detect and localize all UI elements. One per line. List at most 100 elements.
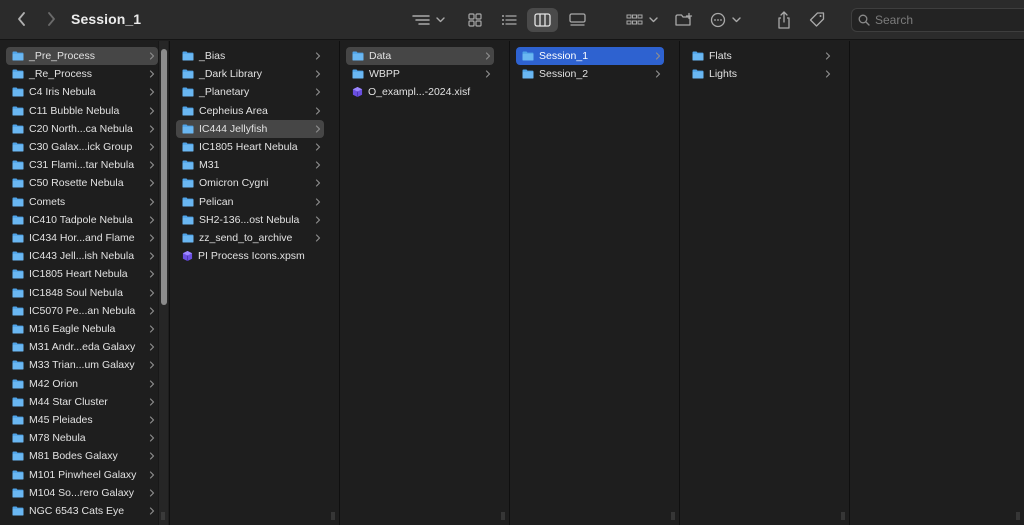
folder-row[interactable]: IC410 Tadpole Nebula <box>6 211 158 229</box>
item-label: M42 Orion <box>29 377 79 390</box>
folder-row[interactable]: Omicron Cygni <box>176 174 324 192</box>
tags-button[interactable] <box>805 8 829 32</box>
column-resize-handle[interactable] <box>670 510 676 522</box>
folder-row[interactable]: Comets <box>6 193 158 211</box>
forward-button[interactable] <box>42 10 60 28</box>
folder-row[interactable]: WBPP <box>346 65 494 83</box>
folder-row[interactable]: IC1805 Heart Nebula <box>176 138 324 156</box>
folder-icon <box>12 379 24 389</box>
folder-row[interactable]: IC5070 Pe...an Nebula <box>6 302 158 320</box>
folder-row[interactable]: Flats <box>686 47 834 65</box>
folder-row[interactable]: M42 Orion <box>6 375 158 393</box>
folder-row[interactable]: M45 Pleiades <box>6 411 158 429</box>
chevron-right-icon <box>47 12 55 26</box>
folder-icon <box>182 69 194 79</box>
column-6[interactable] <box>850 41 1024 525</box>
folder-row[interactable]: M81 Bodes Galaxy <box>6 447 158 465</box>
folder-row[interactable]: M44 Star Cluster <box>6 393 158 411</box>
folder-icon <box>12 324 24 334</box>
folder-row[interactable]: Cepheius Area <box>176 102 324 120</box>
item-label: C50 Rosette Nebula <box>29 177 124 190</box>
folder-row[interactable]: IC434 Hor...and Flame <box>6 229 158 247</box>
item-label: Flats <box>709 50 732 62</box>
folder-row[interactable]: _Re_Process <box>6 65 158 83</box>
folder-row[interactable]: NGC 6543 Cats Eye <box>6 502 158 520</box>
group-by-button[interactable] <box>410 10 448 30</box>
folder-row[interactable]: _Planetary <box>176 83 324 101</box>
folder-row[interactable]: SH2-136...ost Nebula <box>176 211 324 229</box>
column-resize-handle[interactable] <box>840 510 846 522</box>
folder-row[interactable]: Session_2 <box>516 65 664 83</box>
folder-row[interactable]: Lights <box>686 65 834 83</box>
folder-row[interactable]: M31 Andr...eda Galaxy <box>6 338 158 356</box>
column-2[interactable]: _Bias _Dark Library _Planetary Cepheius Are… <box>170 41 340 525</box>
folder-row[interactable]: M78 Nebula <box>6 429 158 447</box>
actions-button[interactable] <box>708 9 744 31</box>
folder-icon <box>12 142 24 152</box>
icon-view-button[interactable] <box>462 9 488 31</box>
folder-icon <box>12 51 24 61</box>
folder-row[interactable]: IC444 Jellyfish <box>176 119 324 138</box>
chevron-right-icon <box>149 416 155 424</box>
file-row[interactable]: PI Process Icons.xpsm <box>176 247 324 265</box>
item-label: IC1848 Soul Nebula <box>29 286 123 299</box>
column-resize-handle[interactable] <box>330 510 336 522</box>
tag-icon <box>809 12 825 27</box>
chevron-right-icon <box>149 288 155 297</box>
list-view-button[interactable] <box>496 9 522 31</box>
folder-row[interactable]: IC443 Jell...ish Nebula <box>6 247 158 265</box>
folder-row[interactable]: C31 Flami...tar Nebula <box>6 156 158 174</box>
folder-row[interactable]: _Dark Library <box>176 65 324 83</box>
share-icon <box>778 11 790 29</box>
column-resize-handle[interactable] <box>160 510 166 522</box>
back-button[interactable] <box>12 10 30 28</box>
share-button[interactable] <box>772 8 796 32</box>
folder-row[interactable]: zz_send_to_archive <box>176 229 324 247</box>
folder-row[interactable]: Pelican <box>176 193 324 211</box>
search-field[interactable] <box>851 8 1024 32</box>
folder-icon <box>182 87 194 97</box>
column-resize-handle[interactable] <box>1015 510 1021 522</box>
item-label: IC410 Tadpole Nebula <box>29 213 133 226</box>
folder-row[interactable]: M31 <box>176 156 324 174</box>
folder-row[interactable]: C50 Rosette Nebula <box>6 174 158 192</box>
folder-row[interactable]: C30 Galax...ick Group <box>6 138 158 156</box>
file-row[interactable]: O_exampl...-2024.xisf <box>346 83 494 101</box>
column-4[interactable]: Session_1 Session_2 <box>510 41 680 525</box>
item-label: C4 Iris Nebula <box>29 86 96 99</box>
item-label: M81 Bodes Galaxy <box>29 450 118 463</box>
column-1[interactable]: _Pre_Process _Re_Process C4 Iris Nebula C11… <box>0 41 170 525</box>
folder-row[interactable]: Data <box>346 47 494 65</box>
folder-row[interactable]: IC1805 Heart Nebula <box>6 265 158 283</box>
folder-icon <box>352 69 364 79</box>
scrollbar-thumb[interactable] <box>161 49 167 305</box>
column-view-button[interactable] <box>527 8 558 32</box>
new-folder-button[interactable] <box>672 9 696 31</box>
folder-icon <box>12 397 24 407</box>
column-5[interactable]: Flats Lights <box>680 41 850 525</box>
chevron-right-icon <box>149 143 155 151</box>
folder-icon <box>182 215 194 225</box>
scrollbar[interactable] <box>158 41 168 525</box>
gallery-view-button[interactable] <box>564 9 590 31</box>
folder-row[interactable]: M101 Pinwheel Galaxy <box>6 466 158 484</box>
chevron-left-icon <box>17 12 25 26</box>
column-resize-handle[interactable] <box>500 510 506 522</box>
folder-row[interactable]: C20 North...ca Nebula <box>6 120 158 138</box>
folder-row[interactable]: _Bias <box>176 47 324 65</box>
folder-row[interactable]: Session_1 <box>516 47 664 65</box>
folder-icon <box>522 51 534 61</box>
column-3[interactable]: Data WBPP O_exampl...-2024.xisf <box>340 41 510 525</box>
folder-row[interactable]: M104 So...rero Galaxy <box>6 484 158 502</box>
folder-row[interactable]: _Pre_Process <box>6 47 158 65</box>
folder-row[interactable]: C4 Iris Nebula <box>6 83 158 101</box>
arrange-button[interactable] <box>624 9 660 31</box>
folder-row[interactable]: IC1848 Soul Nebula <box>6 284 158 302</box>
folder-icon <box>12 288 24 298</box>
folder-icon <box>182 233 194 243</box>
folder-row[interactable]: C11 Bubble Nebula <box>6 102 158 120</box>
folder-row[interactable]: M33 Trian...um Galaxy <box>6 356 158 374</box>
chevron-right-icon <box>315 125 321 133</box>
folder-row[interactable]: M16 Eagle Nebula <box>6 320 158 338</box>
search-input[interactable] <box>875 13 1024 27</box>
